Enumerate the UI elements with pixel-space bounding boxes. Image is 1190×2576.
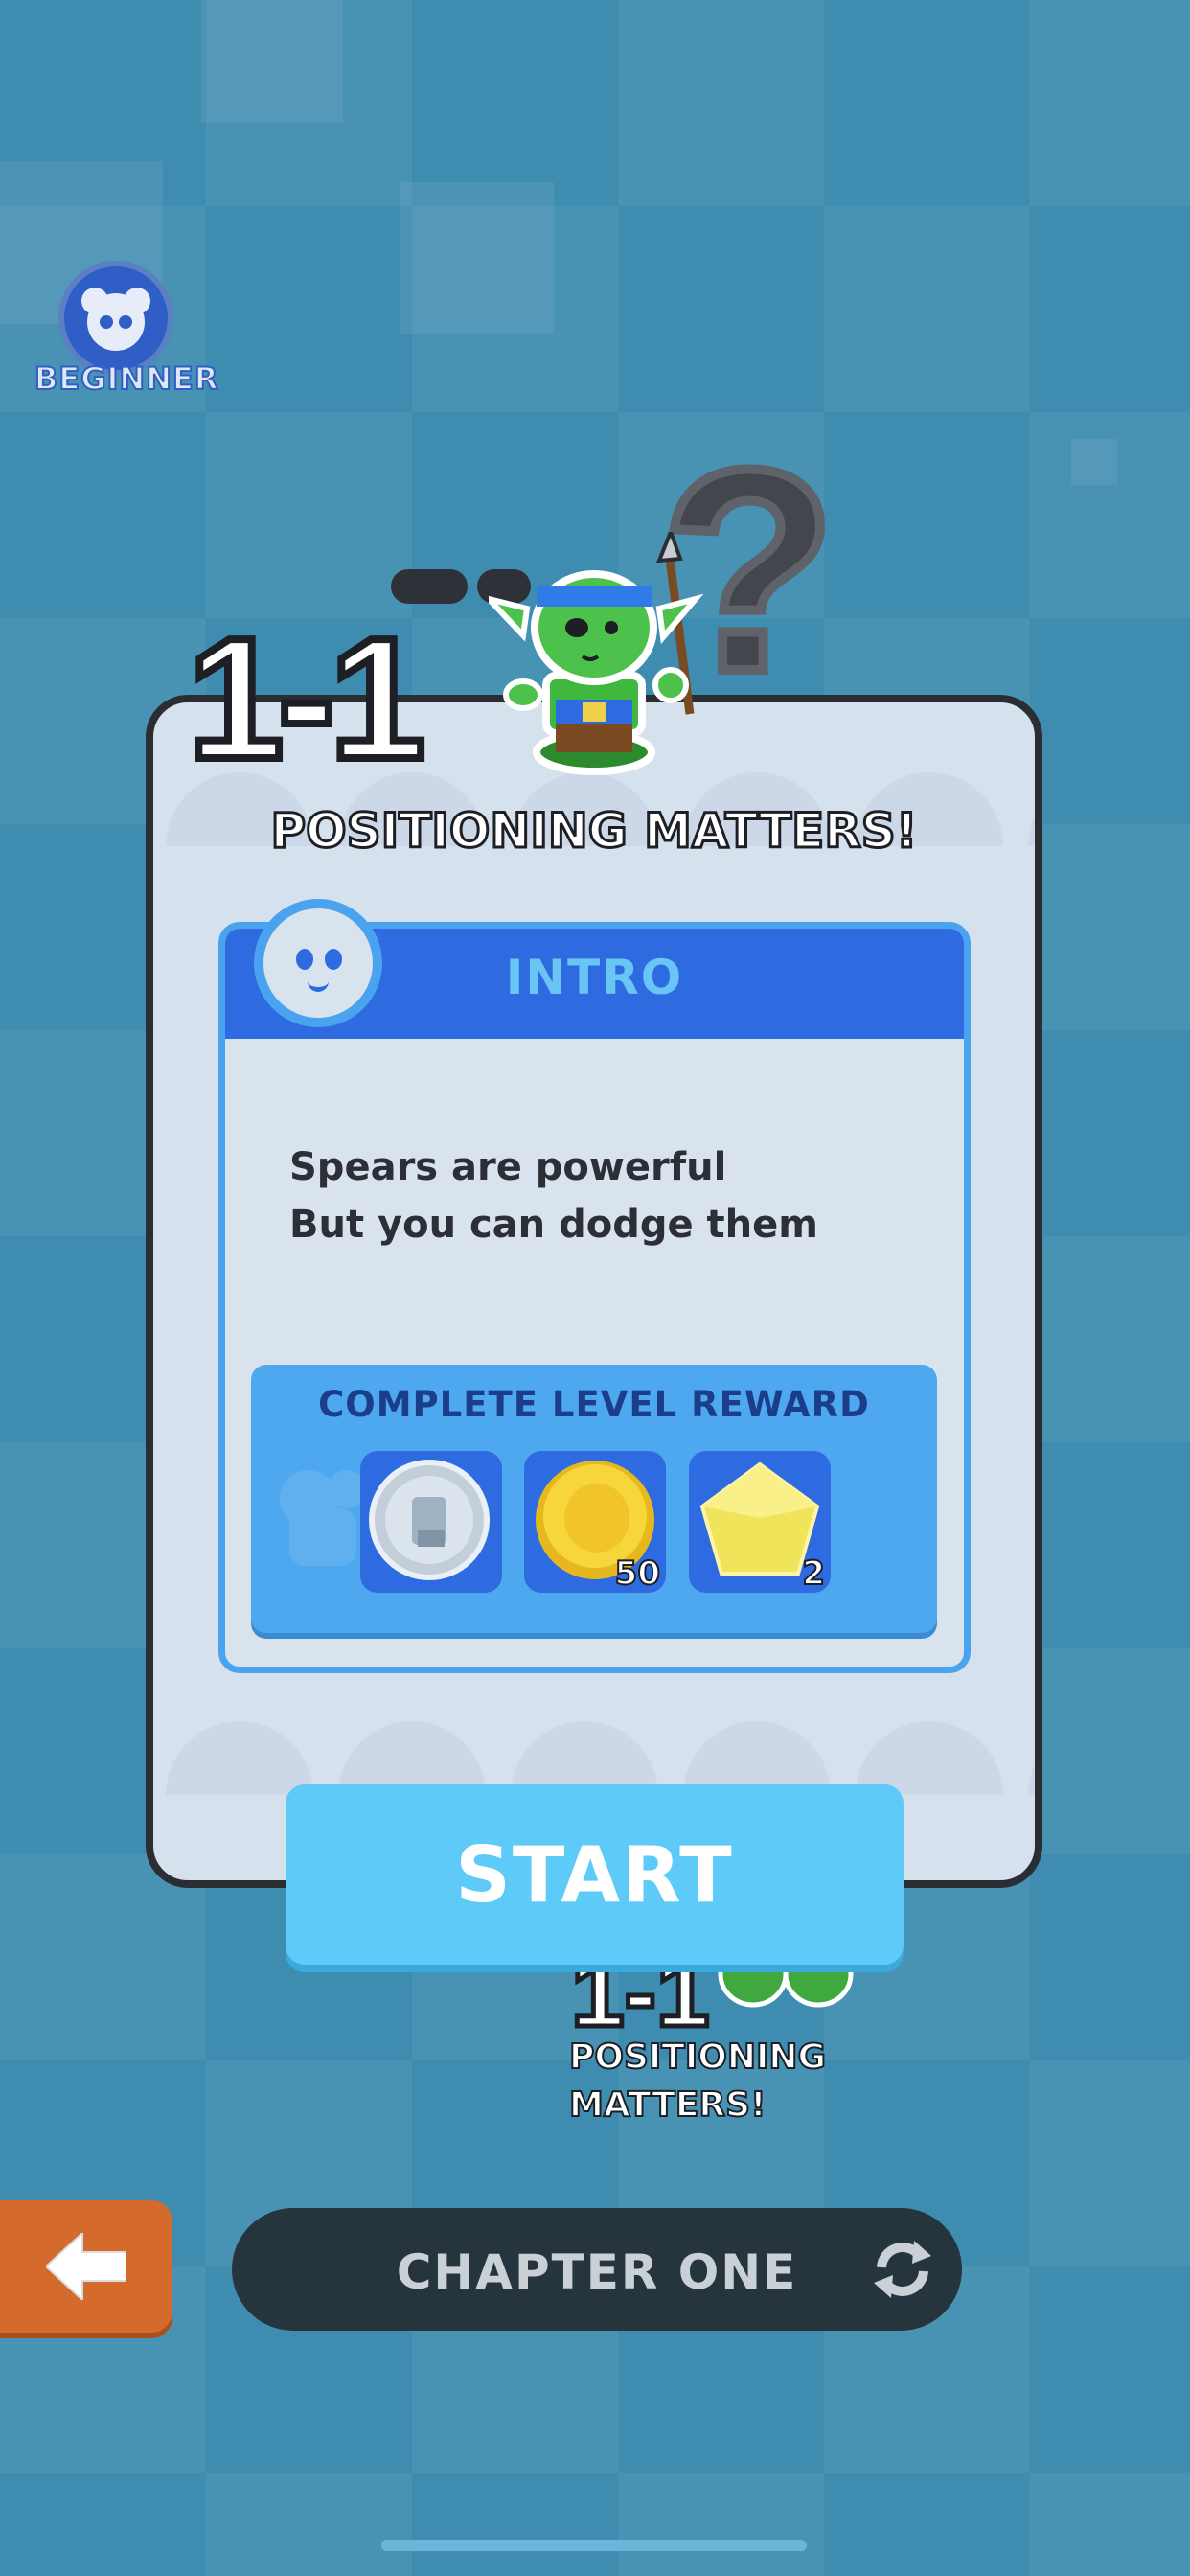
- background-tile: [1071, 439, 1117, 485]
- intro-line: But you can dodge them: [289, 1203, 818, 1247]
- next-level-title-line: POSITIONING: [568, 2036, 827, 2078]
- level-number: 1-1: [184, 603, 429, 795]
- silver-token-icon: [369, 1460, 490, 1580]
- intro-line: Spears are powerful: [289, 1145, 727, 1189]
- path-dash: [391, 569, 468, 604]
- controller-icon: [58, 261, 173, 376]
- reward-qty: 50: [614, 1553, 661, 1594]
- reward-slot-gems[interactable]: 2: [689, 1451, 831, 1594]
- start-button[interactable]: START: [286, 1784, 904, 1965]
- next-level-title: POSITIONING MATTERS!: [568, 2034, 857, 2129]
- reward-title: COMPLETE LEVEL REWARD: [318, 1384, 870, 1425]
- reward-slot-coins[interactable]: 50: [524, 1451, 666, 1594]
- reward-box: COMPLETE LEVEL REWARD 50 2: [251, 1365, 937, 1633]
- smiley-face-icon: [254, 899, 382, 1027]
- goblin-spearman-icon: [489, 532, 704, 775]
- reward-qty: 2: [801, 1553, 826, 1594]
- level-title: POSITIONING MATTERS!: [269, 802, 919, 861]
- badge-label: BEGINNER: [34, 359, 219, 398]
- card-pattern: [153, 1709, 1035, 1795]
- chapter-bar[interactable]: CHAPTER ONE: [232, 2208, 962, 2331]
- beginner-badge[interactable]: BEGINNER: [34, 261, 219, 398]
- reward-slot-silver[interactable]: [360, 1451, 502, 1593]
- refresh-icon[interactable]: [864, 2231, 941, 2308]
- background-tile: [201, 0, 343, 123]
- back-button[interactable]: [0, 2200, 172, 2333]
- home-indicator: [381, 2540, 807, 2551]
- chapter-label: CHAPTER ONE: [396, 2244, 798, 2300]
- back-arrow-icon: [46, 2233, 126, 2300]
- intro-text: Spears are powerful But you can dodge th…: [289, 1138, 941, 1254]
- next-level-title-line: MATTERS!: [568, 2084, 767, 2126]
- background-tile: [400, 182, 554, 334]
